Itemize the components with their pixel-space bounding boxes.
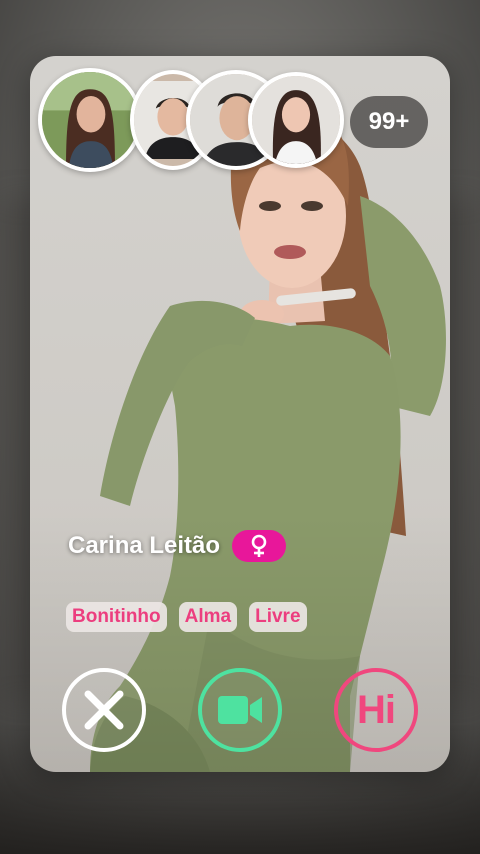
tag-chip: Alma <box>178 602 238 632</box>
close-x-icon <box>84 690 124 730</box>
video-camera-icon <box>218 696 262 724</box>
avatar-woman-2[interactable] <box>248 72 344 168</box>
matched-avatars-row <box>38 68 344 172</box>
tag-chip: Livre <box>249 602 307 632</box>
profile-name: Carina Leitão <box>68 532 221 559</box>
hi-label: Hi <box>357 687 396 732</box>
avatar-woman-1[interactable] <box>38 68 142 172</box>
say-hi-button[interactable]: Hi <box>334 668 418 752</box>
more-count-badge[interactable]: 99+ <box>350 96 428 148</box>
video-call-button[interactable] <box>198 668 282 752</box>
action-buttons: Hi <box>62 668 422 752</box>
tag-chip: Bonitinho <box>66 602 167 632</box>
profile-name-row: Carina Leitão <box>68 530 287 562</box>
profile-tags: Bonitinho Alma Livre <box>66 602 307 632</box>
female-symbol-icon <box>232 530 287 562</box>
dismiss-button[interactable] <box>62 668 146 752</box>
